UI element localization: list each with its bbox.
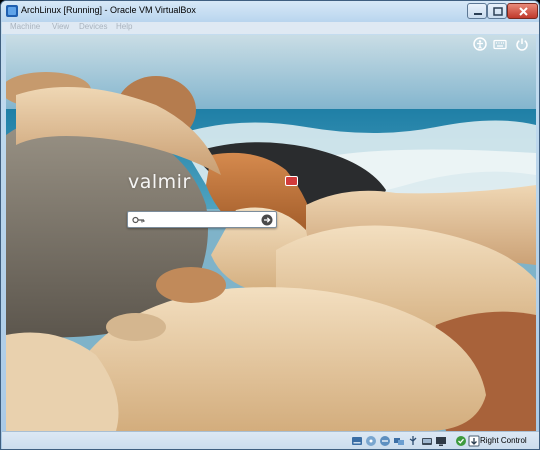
key-icon [132, 216, 145, 224]
menu-machine[interactable]: Machine [10, 22, 40, 31]
hard-disk-icon[interactable] [351, 435, 363, 447]
accessibility-icon[interactable] [473, 37, 487, 51]
close-icon [519, 7, 528, 16]
minimize-icon [474, 13, 482, 15]
menu-devices[interactable]: Devices [79, 22, 107, 31]
power-icon[interactable] [515, 37, 529, 51]
window-title: ArchLinux [Running] - Oracle VM VirtualB… [21, 5, 196, 15]
virtualbox-window: ArchLinux [Running] - Oracle VM VirtualB… [0, 0, 540, 450]
password-input[interactable] [148, 213, 256, 226]
user-badge-icon [285, 176, 298, 186]
display-icon[interactable] [435, 435, 447, 447]
status-bar: Right Control [2, 431, 539, 449]
usb-icon[interactable] [407, 435, 419, 447]
maximize-button[interactable] [487, 3, 507, 19]
floppy-icon[interactable] [379, 435, 391, 447]
title-bar[interactable]: ArchLinux [Running] - Oracle VM VirtualB… [1, 1, 539, 22]
close-button[interactable] [507, 3, 538, 19]
password-field-container[interactable] [127, 211, 277, 228]
beach-rocks-wallpaper [6, 35, 536, 431]
shared-folders-icon[interactable] [421, 435, 433, 447]
menu-view[interactable]: View [52, 22, 69, 31]
optical-drive-icon[interactable] [365, 435, 377, 447]
maximize-icon [493, 7, 503, 16]
menu-bar: Machine View Devices Help [2, 22, 539, 34]
minimize-button[interactable] [467, 3, 487, 19]
host-key-label: Right Control [480, 436, 527, 445]
keyboard-icon[interactable] [493, 37, 507, 51]
menu-help[interactable]: Help [116, 22, 132, 31]
login-submit-arrow-icon[interactable] [261, 214, 273, 226]
network-icon[interactable] [393, 435, 405, 447]
vm-display[interactable]: valmir [6, 35, 536, 431]
host-key-arrow-icon[interactable] [468, 435, 480, 447]
capture-icon[interactable] [455, 435, 467, 447]
virtualbox-app-icon [6, 5, 18, 17]
login-username: valmir [128, 171, 191, 193]
